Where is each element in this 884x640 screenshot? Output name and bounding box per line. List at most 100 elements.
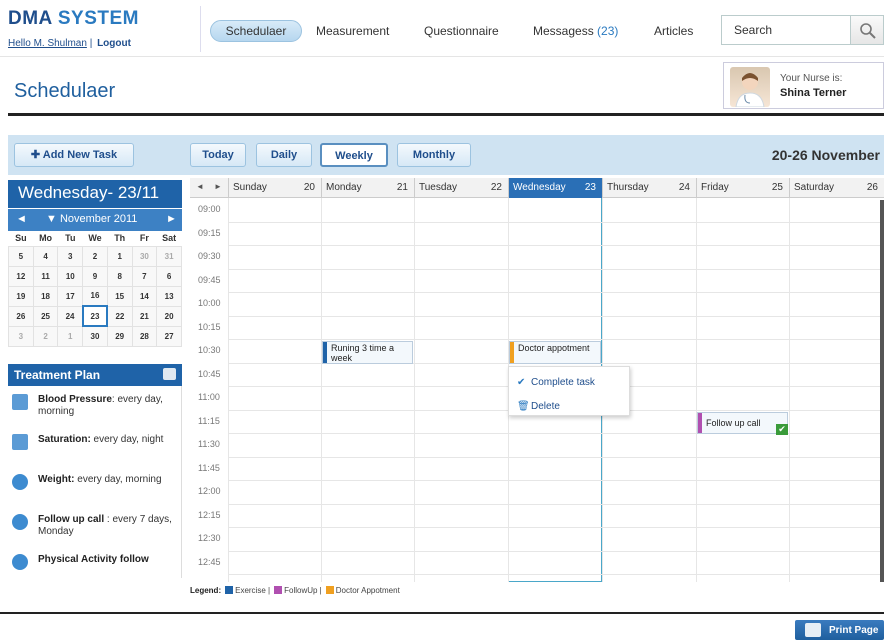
mini-calendar-day[interactable]: 20 xyxy=(156,305,182,327)
day-number: 24 xyxy=(678,182,690,193)
calendar-event[interactable]: Doctor appotment xyxy=(509,341,601,364)
prev-week-icon[interactable]: ◄ xyxy=(196,182,204,191)
mini-calendar-day[interactable]: 30 xyxy=(82,325,108,347)
nav-item-articles[interactable]: Articles xyxy=(654,24,693,38)
day-number: 22 xyxy=(490,182,502,193)
search-button[interactable] xyxy=(851,15,884,45)
day-header-saturday[interactable]: Saturday 26 xyxy=(789,178,884,198)
nav-item-measurement[interactable]: Measurement xyxy=(316,24,389,38)
mini-calendar-day[interactable]: 12 xyxy=(8,265,34,287)
logout-link[interactable]: Logout xyxy=(97,38,131,49)
delete-menu-item[interactable]: 🗑Delete xyxy=(517,401,560,412)
mini-calendar-day[interactable]: 26 xyxy=(8,305,34,327)
mini-calendar-day[interactable]: 19 xyxy=(8,285,34,307)
day-name: Thursday xyxy=(607,182,649,193)
mini-calendar-day[interactable]: 17 xyxy=(57,285,84,307)
mini-calendar-grid: Su Mo Tu We Th Fr Sat 5 4 3 2 1 30 31 12 11 10 9 8 7 6 19 18 1… xyxy=(8,231,182,347)
mini-calendar-day[interactable]: 25 xyxy=(32,305,59,327)
weekday-label: Fr xyxy=(132,231,157,246)
day-header-sunday[interactable]: Sunday 20 xyxy=(228,178,321,198)
nav-messages-label: Messagess xyxy=(533,24,594,38)
time-label: 12:15 xyxy=(198,509,221,520)
daily-view-button[interactable]: Daily xyxy=(256,143,312,167)
search-input[interactable]: Search xyxy=(721,15,851,45)
next-week-icon[interactable]: ► xyxy=(214,182,222,191)
mini-calendar-day[interactable]: 16 xyxy=(82,285,108,307)
day-column-divider xyxy=(321,198,322,582)
schedule-scrollbar[interactable] xyxy=(880,200,884,582)
nav-item-messages[interactable]: Messagess (23) xyxy=(533,24,618,38)
nav-item-scheduler[interactable]: Schedulaer xyxy=(210,20,302,42)
treatment-plan-header: Treatment Plan xyxy=(8,364,182,386)
mini-calendar-day[interactable]: 11 xyxy=(32,265,59,287)
mini-calendar-day[interactable]: 28 xyxy=(131,325,158,347)
mini-calendar-day[interactable]: 8 xyxy=(106,265,133,287)
mini-calendar-day[interactable]: 5 xyxy=(8,245,34,267)
mini-calendar-day[interactable]: 27 xyxy=(156,325,182,347)
event-category-bar xyxy=(323,342,327,363)
logo-part-b: SYSTEM xyxy=(57,8,139,29)
profile-link[interactable]: Hello M. Shulman xyxy=(8,38,87,49)
mini-calendar-day[interactable]: 15 xyxy=(106,285,133,307)
prev-month-icon[interactable]: ◄ xyxy=(16,213,27,225)
print-page-button[interactable]: Print Page xyxy=(795,620,884,640)
legend-swatch xyxy=(274,586,283,594)
mini-calendar-day[interactable]: 21 xyxy=(131,305,158,327)
calendar-event[interactable]: Runing 3 time a week xyxy=(322,341,413,364)
phone-icon xyxy=(12,514,28,530)
mini-calendar-day[interactable]: 14 xyxy=(131,285,158,307)
nav-item-questionnaire[interactable]: Questionnaire xyxy=(424,24,499,38)
treatment-name: Physical Activity follow xyxy=(38,554,149,565)
mini-calendar-day[interactable]: 18 xyxy=(32,285,59,307)
day-column-divider xyxy=(228,198,229,582)
mini-calendar-day[interactable]: 13 xyxy=(156,285,182,307)
weekday-label: Mo xyxy=(33,231,58,246)
monthly-view-button[interactable]: Monthly xyxy=(397,143,471,167)
mini-calendar-day[interactable]: 3 xyxy=(8,325,34,347)
event-title: Follow up call xyxy=(706,417,761,428)
day-header-tuesday[interactable]: Tuesday 22 xyxy=(414,178,508,198)
time-label: 11:30 xyxy=(198,439,220,449)
legend-item: Exercise xyxy=(235,586,266,595)
complete-task-menu-item[interactable]: ✔ Complete task xyxy=(517,377,595,388)
treatment-plan-list: Blood Pressure: every day, morning Satura… xyxy=(8,386,182,578)
mini-calendar-day[interactable]: 6 xyxy=(156,265,182,287)
month-dropdown[interactable]: ▼ November 2011 xyxy=(46,213,137,225)
title-underline xyxy=(8,113,884,116)
add-task-button[interactable]: ✚ Add New Task xyxy=(14,143,134,167)
mini-calendar-day[interactable]: 22 xyxy=(106,305,133,327)
monitor-icon xyxy=(12,434,28,450)
time-label: 12:45 xyxy=(198,556,221,567)
mini-calendar-day[interactable]: 31 xyxy=(156,245,182,267)
day-header-wednesday[interactable]: Wednesday 23 xyxy=(508,178,602,198)
mini-calendar-day[interactable]: 9 xyxy=(82,265,108,287)
mini-calendar-day[interactable]: 1 xyxy=(57,325,84,347)
day-header-thursday[interactable]: Thursday 24 xyxy=(602,178,696,198)
completed-check-icon: ✔ xyxy=(776,424,788,435)
mini-calendar-day[interactable]: 29 xyxy=(106,325,133,347)
mini-calendar-day[interactable]: 7 xyxy=(131,265,158,287)
mini-calendar-day[interactable]: 30 xyxy=(131,245,158,267)
week-day-header: ◄ ► Sunday 20 Monday 21 Tuesday 22 Wednesday 23… xyxy=(190,178,884,198)
printer-icon[interactable] xyxy=(163,368,176,380)
month-label: November 2011 xyxy=(59,213,138,225)
mini-calendar-day[interactable]: 2 xyxy=(32,325,59,347)
mini-calendar-day[interactable]: 4 xyxy=(32,245,59,267)
day-header-monday[interactable]: Monday 21 xyxy=(321,178,414,198)
calendar-event[interactable]: Follow up call ✔ xyxy=(697,411,788,435)
mini-calendar-day[interactable]: 1 xyxy=(106,245,133,267)
next-month-icon[interactable]: ► xyxy=(166,213,177,225)
mini-calendar-day[interactable]: 10 xyxy=(57,265,84,287)
weekly-view-button[interactable]: Weekly xyxy=(320,143,388,167)
time-label: 12:00 xyxy=(198,486,221,496)
mini-calendar-day[interactable]: 3 xyxy=(57,245,84,267)
mini-calendar-day[interactable]: 23 xyxy=(81,305,109,327)
today-button[interactable]: Today xyxy=(190,143,246,167)
mini-calendar-day[interactable]: 2 xyxy=(82,245,108,267)
time-label: 10:15 xyxy=(198,321,221,332)
mini-calendar-day[interactable]: 24 xyxy=(57,305,84,327)
time-label: 11:15 xyxy=(198,415,220,426)
delete-label: Delete xyxy=(531,401,560,412)
day-header-friday[interactable]: Friday 25 xyxy=(696,178,789,198)
week-range-label: 20-26 November xyxy=(771,147,880,163)
